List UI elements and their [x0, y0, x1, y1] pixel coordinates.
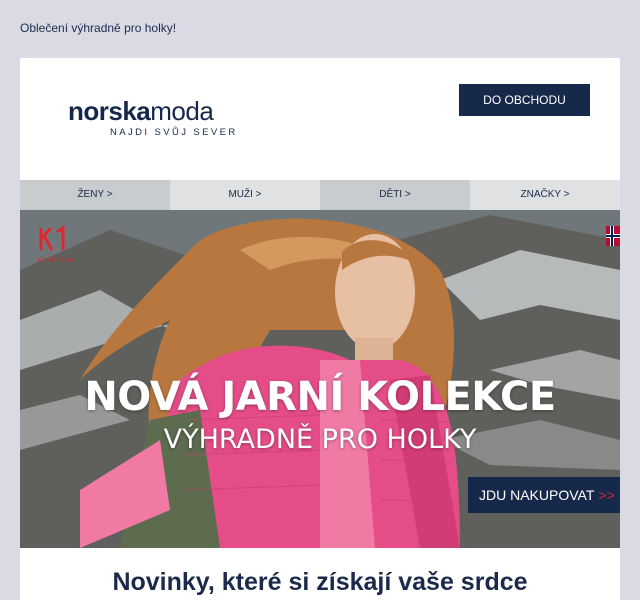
shop-button[interactable]: DO OBCHODU [459, 84, 590, 116]
email-card: norskamoda NAJDI SVŮJ SEVER DO OBCHODU Ž… [20, 58, 620, 600]
email-header: norskamoda NAJDI SVŮJ SEVER DO OBCHODU [20, 58, 620, 180]
norskamoda-logo[interactable]: norskamoda NAJDI SVŮJ SEVER [68, 98, 238, 138]
kari-traa-logo: KARI TRAA [38, 225, 75, 264]
preheader-text: Oblečení výhradně pro holky! [20, 21, 177, 35]
category-nav: ŽENY > MUŽI > DĚTI > ZNAČKY > [20, 180, 620, 210]
shop-now-label: JDU NAKUPOVAT [479, 487, 595, 503]
hero-title: NOVÁ JARNÍ KOLEKCE [84, 374, 556, 420]
nav-item-znacky[interactable]: ZNAČKY > [470, 180, 620, 210]
hero-subtitle: VÝHRADNĚ PRO HOLKY [163, 424, 477, 455]
section-title: Novinky, které si získají vaše srdce [112, 568, 528, 596]
double-chevron-right-icon: >> [598, 487, 615, 503]
logo-wordmark: norskamoda [68, 98, 238, 124]
nav-item-zeny[interactable]: ŽENY > [20, 180, 170, 210]
shop-now-button[interactable]: JDU NAKUPOVAT >> [468, 477, 620, 513]
kari-traa-icon [39, 225, 65, 251]
logo-tagline: NAJDI SVŮJ SEVER [110, 127, 238, 138]
nav-item-muzi[interactable]: MUŽI > [170, 180, 320, 210]
logo-word-bold: norska [68, 96, 151, 126]
kari-traa-label: KARI TRAA [38, 258, 75, 264]
norway-flag-icon [606, 226, 620, 246]
hero-banner[interactable]: KARI TRAA NOVÁ JARNÍ KOLEKCE VÝHRADNĚ PR… [20, 210, 620, 548]
nav-item-deti[interactable]: DĚTI > [320, 180, 470, 210]
logo-word-light: moda [150, 96, 214, 126]
